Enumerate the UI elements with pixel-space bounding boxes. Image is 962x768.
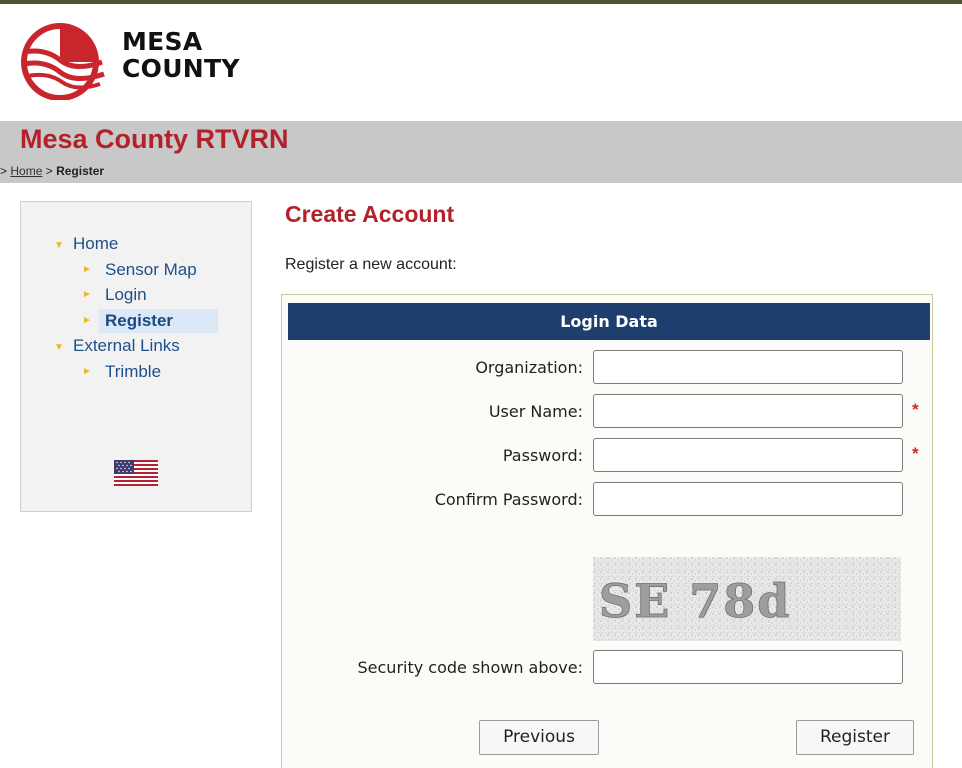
registration-form: Login Data Organization: User Name: * Pa…: [281, 294, 933, 768]
register-button[interactable]: Register: [796, 720, 914, 755]
previous-button[interactable]: Previous: [479, 720, 599, 755]
organization-label: Organization:: [475, 358, 583, 377]
site-title: Mesa County RTVRN: [20, 124, 289, 154]
username-input[interactable]: [593, 394, 903, 428]
bullet-arrow-icon: ►: [82, 365, 92, 377]
sidebar-item-external-links[interactable]: ▼ External Links: [21, 333, 251, 359]
username-label: User Name:: [488, 402, 583, 421]
expand-arrow-icon[interactable]: ▼: [54, 335, 64, 361]
top-rule: [0, 0, 962, 4]
page-title: Create Account: [285, 201, 455, 227]
confirm-password-input[interactable]: [593, 482, 903, 516]
breadcrumb-current: Register: [56, 164, 105, 178]
intro-text: Register a new account:: [285, 256, 457, 273]
header-band: Mesa County RTVRN > Home > Register: [0, 121, 962, 183]
logo-emblem-icon: [21, 23, 105, 100]
sidebar: ▼ Home ► Sensor Map ► Login ► Register ▼…: [20, 201, 252, 512]
bullet-arrow-icon: ►: [82, 289, 92, 300]
captcha-image: SE 78d: [593, 557, 901, 641]
confirm-password-label: Confirm Password:: [434, 490, 583, 509]
required-marker: *: [912, 444, 919, 463]
sidebar-nav: ▼ Home ► Sensor Map ► Login ► Register ▼…: [21, 231, 251, 384]
sidebar-item-sensor-map[interactable]: ► Sensor Map: [21, 257, 251, 283]
sidebar-item-home[interactable]: ▼ Home: [21, 231, 251, 257]
password-label: Password:: [502, 446, 583, 465]
captcha-text: SE 78d: [599, 574, 791, 628]
expand-arrow-icon[interactable]: ▼: [54, 233, 64, 259]
breadcrumb-home-link[interactable]: Home: [10, 164, 42, 178]
organization-input[interactable]: [593, 350, 903, 384]
security-code-input[interactable]: [593, 650, 903, 684]
form-section-header: Login Data: [288, 303, 930, 340]
breadcrumb: > Home > Register: [0, 164, 105, 178]
sidebar-item-register[interactable]: ► Register: [21, 308, 251, 334]
mesa-county-logo[interactable]: MESA COUNTY: [20, 22, 270, 102]
security-code-label: Security code shown above:: [357, 658, 584, 677]
password-input[interactable]: [593, 438, 903, 472]
us-flag-icon[interactable]: [114, 460, 158, 486]
bullet-arrow-icon: ►: [82, 263, 92, 275]
logo-text: MESA COUNTY: [122, 27, 240, 83]
sidebar-item-trimble[interactable]: ► Trimble: [21, 359, 251, 385]
bullet-arrow-icon: ►: [82, 314, 92, 326]
sidebar-item-login[interactable]: ► Login: [21, 282, 251, 308]
required-marker: *: [912, 400, 919, 419]
